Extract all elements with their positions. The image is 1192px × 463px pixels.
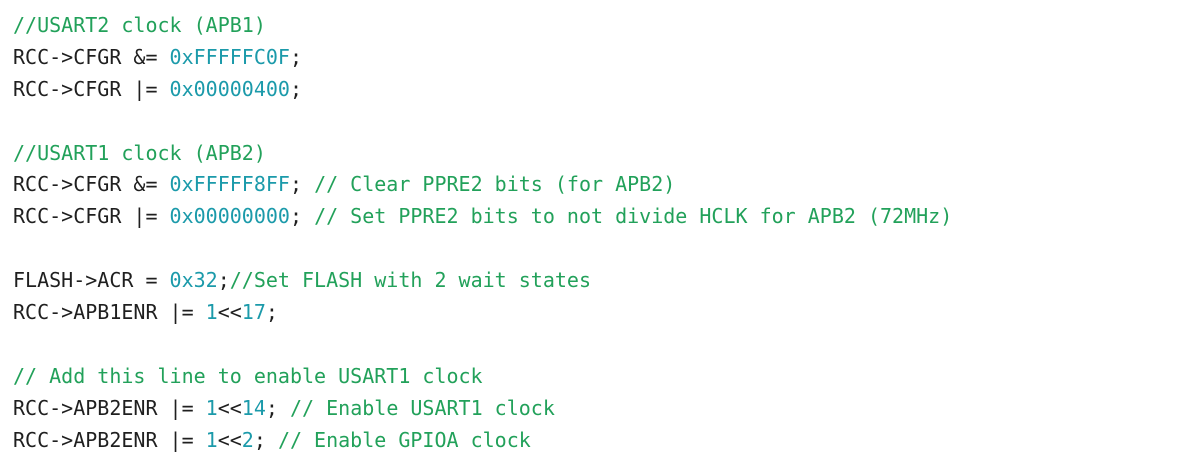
code-comment: // Add this line to enable USART1 clock bbox=[13, 363, 483, 388]
code-line: // Add this line to enable USART1 clock bbox=[13, 361, 1192, 393]
code-number: 0x00000000 bbox=[169, 204, 290, 229]
code-text: RCC->APB2ENR |= bbox=[13, 427, 206, 452]
code-text: RCC->CFGR |= bbox=[13, 76, 170, 101]
code-line: RCC->APB2ENR |= 1<<14; // Enable USART1 … bbox=[13, 393, 1192, 425]
code-number: 17 bbox=[241, 300, 266, 325]
code-number: 0x00000400 bbox=[169, 76, 290, 101]
code-line: RCC->CFGR |= 0x00000400; bbox=[13, 74, 1192, 106]
code-text: ; bbox=[265, 300, 278, 325]
code-text: ; bbox=[289, 204, 315, 229]
code-number: 0x32 bbox=[169, 268, 218, 293]
code-text: FLASH->ACR = bbox=[13, 268, 170, 293]
code-comment: // Set PPRE2 bits to not divide HCLK for… bbox=[314, 204, 953, 229]
code-text: RCC->CFGR &= bbox=[13, 172, 170, 197]
code-comment: //Set FLASH with 2 wait states bbox=[229, 268, 591, 293]
code-line: RCC->CFGR &= 0xFFFFF8FF; // Clear PPRE2 … bbox=[13, 169, 1192, 201]
code-number: 0xFFFFF8FF bbox=[169, 172, 290, 197]
code-text: RCC->CFGR |= bbox=[13, 204, 170, 229]
code-text: << bbox=[217, 395, 242, 420]
code-comment: //USART2 clock (APB1) bbox=[13, 13, 266, 37]
code-text: ; bbox=[289, 76, 303, 101]
code-view: //USART2 clock (APB1) RCC->CFGR &= 0xFFFF… bbox=[0, 0, 1192, 463]
code-text: RCC->CFGR &= bbox=[13, 44, 170, 69]
code-text: << bbox=[217, 427, 242, 452]
code-line: RCC->APB2ENR |= 1<<2; // Enable GPIOA cl… bbox=[13, 425, 1192, 457]
code-number: 2 bbox=[241, 427, 254, 452]
code-line: RCC->CFGR &= 0xFFFFFC0F; bbox=[13, 42, 1192, 74]
code-line: RCC->CFGR |= 0x00000000; // Set PPRE2 bi… bbox=[13, 201, 1192, 233]
code-text: RCC->APB2ENR |= bbox=[13, 395, 206, 420]
code-number: 1 bbox=[205, 427, 218, 452]
code-text: ; bbox=[289, 44, 303, 69]
code-comment: //USART1 clock (APB2) bbox=[13, 140, 266, 165]
code-text: RCC->APB1ENR |= bbox=[13, 300, 206, 325]
code-number: 14 bbox=[241, 395, 266, 420]
code-text: ; bbox=[289, 172, 315, 197]
code-line: RCC->APB1ENR |= 1<<17; bbox=[13, 297, 1192, 329]
code-number: 0xFFFFFC0F bbox=[169, 44, 290, 69]
code-text: ; bbox=[265, 395, 290, 420]
code-line: //USART2 clock (APB1) bbox=[13, 10, 1192, 42]
code-comment: // Enable USART1 clock bbox=[289, 395, 555, 420]
code-comment: // Enable GPIOA clock bbox=[277, 427, 531, 452]
code-comment: // Clear PPRE2 bits (for APB2) bbox=[314, 172, 676, 197]
code-number: 1 bbox=[205, 300, 218, 325]
code-text: ; bbox=[253, 427, 278, 452]
code-line: //USART1 clock (APB2) bbox=[13, 138, 1192, 170]
code-text: ; bbox=[217, 268, 230, 293]
code-number: 1 bbox=[205, 395, 218, 420]
code-line: FLASH->ACR = 0x32;//Set FLASH with 2 wai… bbox=[13, 265, 1192, 297]
code-text: << bbox=[217, 300, 242, 325]
